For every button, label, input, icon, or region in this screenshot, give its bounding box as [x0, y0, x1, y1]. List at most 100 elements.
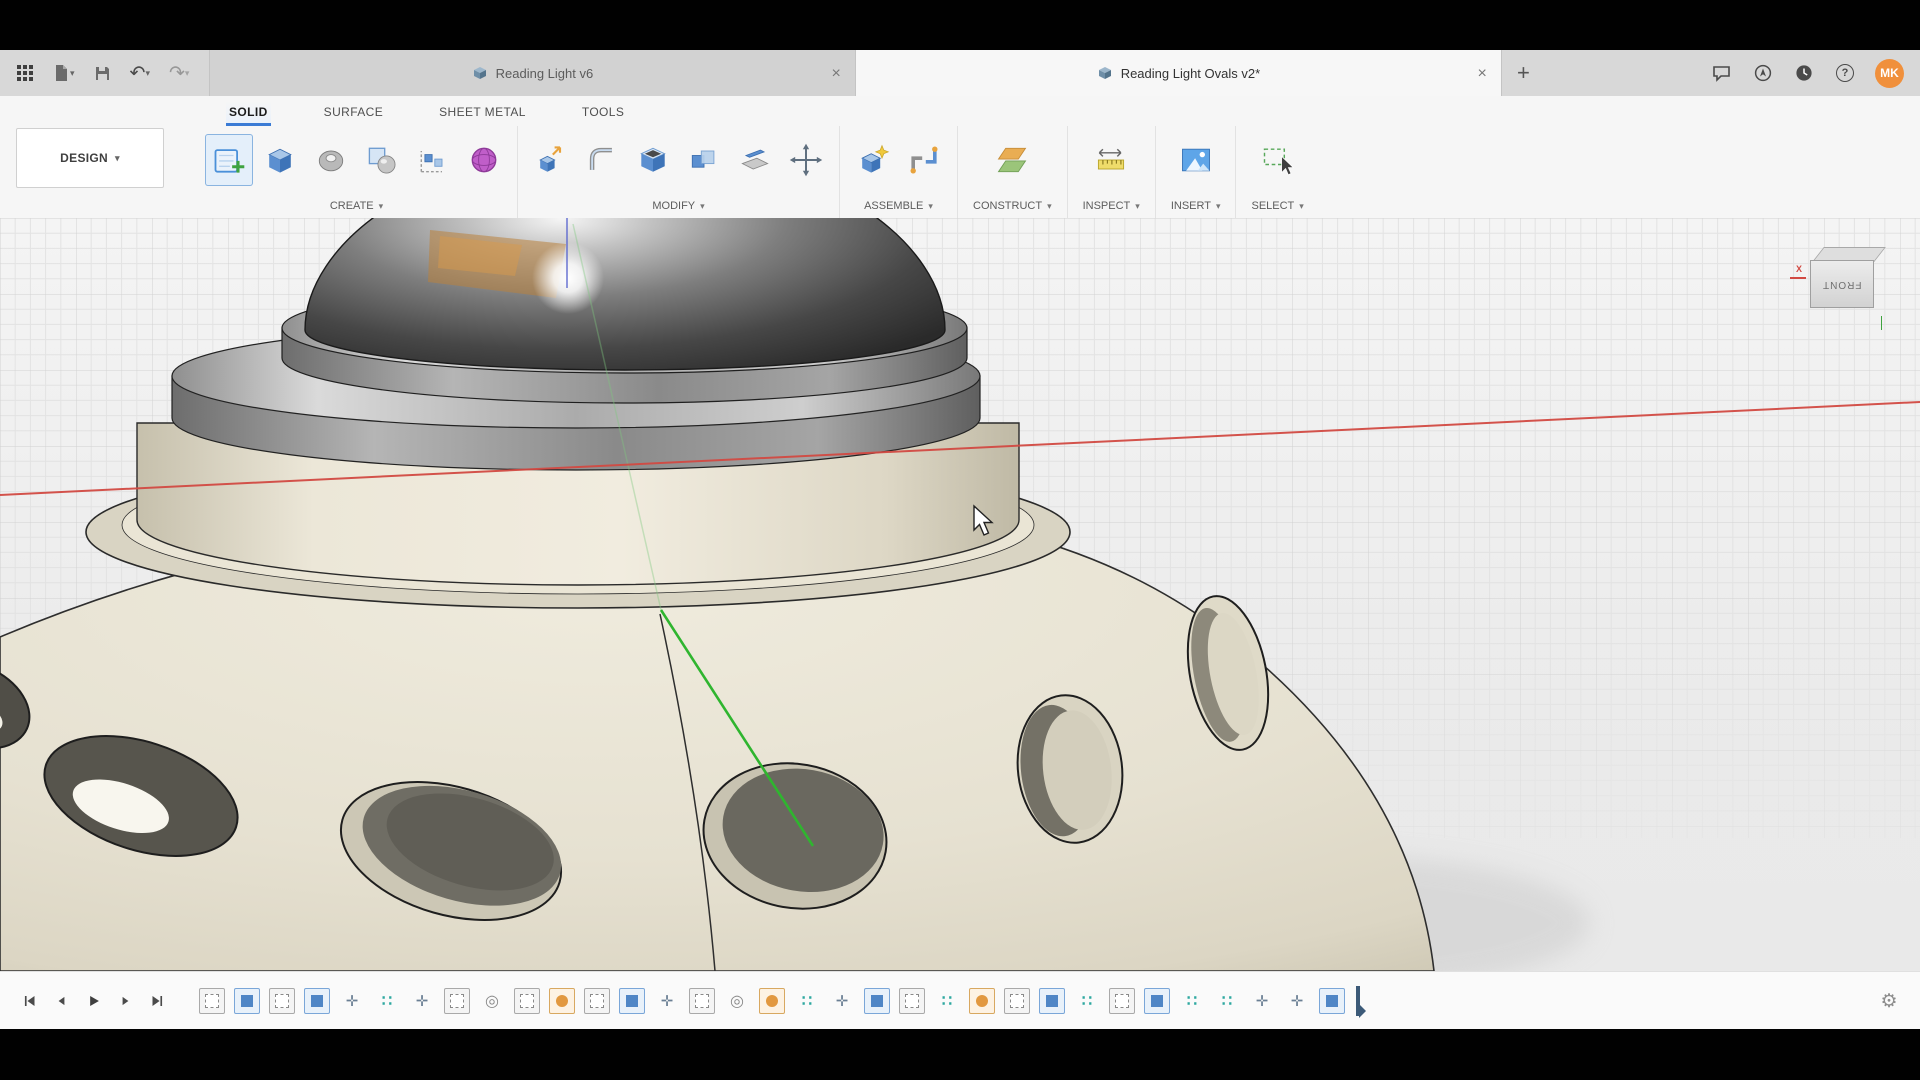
close-icon[interactable]	[1471, 64, 1489, 82]
close-icon[interactable]	[825, 64, 843, 82]
timeline-feature-pattern[interactable]	[1074, 988, 1100, 1014]
timeline-step-back-button[interactable]	[48, 988, 75, 1015]
insert-canvas-button[interactable]	[1172, 134, 1220, 186]
window-select-button[interactable]	[1254, 134, 1302, 186]
app-grid-icon[interactable]	[14, 58, 36, 88]
timeline-feature-sketch[interactable]	[514, 988, 540, 1014]
sweep-button[interactable]	[358, 134, 406, 186]
group-label-text: CONSTRUCT	[973, 200, 1042, 212]
timeline-feature-move[interactable]	[654, 988, 680, 1014]
doc-tab-reading-light-v6[interactable]: Reading Light v6	[209, 50, 855, 96]
redo-button[interactable]	[167, 58, 191, 88]
clock-icon	[1795, 64, 1813, 82]
timeline-feature-pattern[interactable]	[374, 988, 400, 1014]
timeline-feature-move[interactable]	[339, 988, 365, 1014]
group-create: CREATE	[196, 126, 518, 218]
timeline-track[interactable]	[199, 986, 1360, 1016]
timeline-feature-extrude[interactable]	[1319, 988, 1345, 1014]
combine-button[interactable]	[680, 134, 728, 186]
timeline-feature-move[interactable]	[409, 988, 435, 1014]
timeline-feature-pattern[interactable]	[794, 988, 820, 1014]
group-label-select[interactable]: SELECT	[1245, 194, 1309, 218]
construction-plane-button[interactable]	[988, 134, 1036, 186]
timeline-feature-sketch[interactable]	[199, 988, 225, 1014]
timeline-feature-sketch[interactable]	[689, 988, 715, 1014]
press-pull-button[interactable]	[527, 134, 575, 186]
shell-icon	[635, 140, 671, 180]
create-sketch-button[interactable]	[205, 134, 253, 186]
viewcube[interactable]: FRONT X	[1804, 244, 1896, 334]
measure-button[interactable]	[1087, 134, 1135, 186]
doc-tab-reading-light-ovals-v2[interactable]: Reading Light Ovals v2*	[855, 50, 1502, 96]
timeline-feature-sketch[interactable]	[584, 988, 610, 1014]
job-status-button[interactable]	[1793, 58, 1815, 88]
group-label-create[interactable]: CREATE	[205, 194, 508, 218]
document-cube-icon	[473, 66, 487, 80]
extrude-button[interactable]	[256, 134, 304, 186]
group-label-modify[interactable]: MODIFY	[527, 194, 830, 218]
user-avatar[interactable]: MK	[1875, 59, 1904, 88]
create-sketch-icon	[211, 140, 247, 180]
tab-tools[interactable]: TOOLS	[579, 101, 627, 126]
timeline-feature-revolve[interactable]	[724, 988, 750, 1014]
rectangular-pattern-button[interactable]	[409, 134, 457, 186]
timeline-feature-sketch[interactable]	[1109, 988, 1135, 1014]
timeline-feature-appearance[interactable]	[549, 988, 575, 1014]
timeline-feature-sketch[interactable]	[1004, 988, 1030, 1014]
timeline-feature-extrude[interactable]	[304, 988, 330, 1014]
file-menu-button[interactable]	[51, 58, 77, 88]
help-button[interactable]	[1834, 58, 1856, 88]
group-label-construct[interactable]: CONSTRUCT	[967, 194, 1058, 218]
chevron-down-icon	[145, 68, 150, 79]
timeline-feature-revolve[interactable]	[479, 988, 505, 1014]
timeline-feature-extrude[interactable]	[864, 988, 890, 1014]
tab-sheet-metal[interactable]: SHEET METAL	[436, 101, 529, 126]
create-form-button[interactable]	[460, 134, 508, 186]
timeline-step-forward-button[interactable]	[112, 988, 139, 1015]
undo-button[interactable]	[128, 58, 152, 88]
timeline-feature-move[interactable]	[829, 988, 855, 1014]
timeline-feature-extrude[interactable]	[1039, 988, 1065, 1014]
workspace-selector[interactable]: DESIGN	[16, 128, 164, 188]
timeline-feature-extrude[interactable]	[234, 988, 260, 1014]
new-component-button[interactable]	[849, 134, 897, 186]
viewport-canvas[interactable]: FRONT X	[0, 218, 1920, 971]
tab-solid[interactable]: SOLID	[226, 101, 271, 126]
joint-button[interactable]	[900, 134, 948, 186]
fillet-button[interactable]	[578, 134, 626, 186]
new-tab-button[interactable]	[1502, 50, 1544, 96]
timeline-skip-end-button[interactable]	[144, 988, 171, 1015]
timeline-feature-move[interactable]	[1249, 988, 1275, 1014]
3d-scene[interactable]	[0, 218, 1920, 971]
timeline-feature-pattern[interactable]	[934, 988, 960, 1014]
timeline-feature-extrude[interactable]	[1144, 988, 1170, 1014]
timeline-feature-pattern[interactable]	[1179, 988, 1205, 1014]
timeline-feature-move[interactable]	[1284, 988, 1310, 1014]
timeline-play-button[interactable]	[80, 988, 107, 1015]
timeline-feature-appearance[interactable]	[759, 988, 785, 1014]
timeline-position-marker[interactable]	[1356, 986, 1360, 1016]
move-copy-button[interactable]	[782, 134, 830, 186]
timeline-feature-appearance[interactable]	[969, 988, 995, 1014]
viewcube-front-face[interactable]: FRONT	[1810, 260, 1874, 308]
save-button[interactable]	[92, 58, 113, 88]
timeline-skip-start-button[interactable]	[16, 988, 43, 1015]
split-body-button[interactable]	[731, 134, 779, 186]
timeline-feature-sketch[interactable]	[269, 988, 295, 1014]
timeline-feature-sketch[interactable]	[899, 988, 925, 1014]
feedback-button[interactable]	[1710, 58, 1733, 88]
skip-start-icon	[22, 992, 37, 1010]
group-label-insert[interactable]: INSERT	[1165, 194, 1227, 218]
chevron-down-icon	[115, 153, 120, 164]
axis-z-tick	[1881, 316, 1883, 330]
group-label-assemble[interactable]: ASSEMBLE	[849, 194, 948, 218]
timeline-feature-sketch[interactable]	[444, 988, 470, 1014]
timeline-feature-extrude[interactable]	[619, 988, 645, 1014]
timeline-settings-button[interactable]	[1874, 986, 1904, 1016]
shell-button[interactable]	[629, 134, 677, 186]
tab-surface[interactable]: SURFACE	[321, 101, 386, 126]
group-label-inspect[interactable]: INSPECT	[1077, 194, 1146, 218]
revolve-button[interactable]	[307, 134, 355, 186]
timeline-feature-pattern[interactable]	[1214, 988, 1240, 1014]
extensions-button[interactable]	[1752, 58, 1774, 88]
